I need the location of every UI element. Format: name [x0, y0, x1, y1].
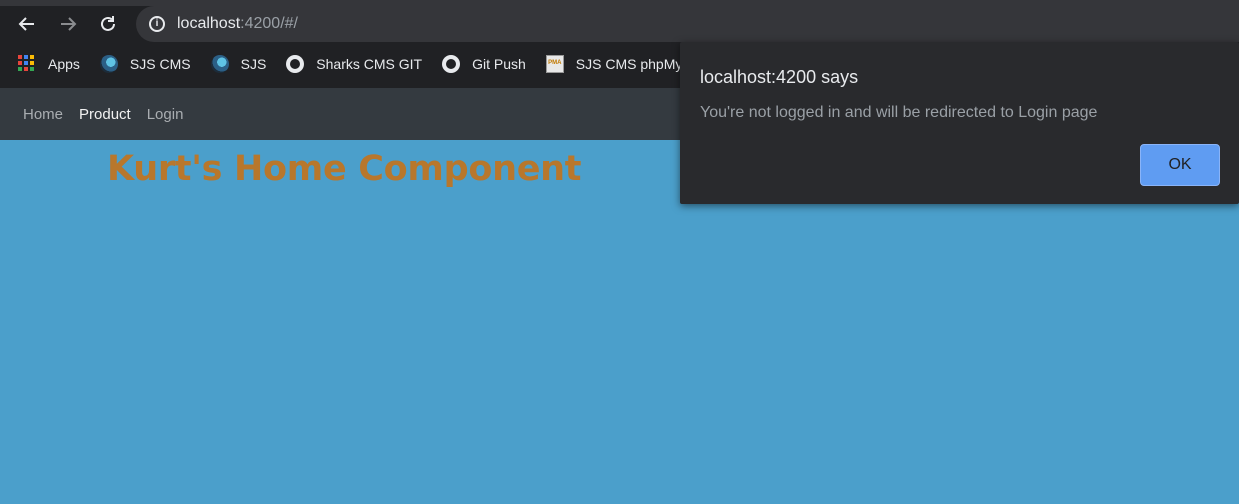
bookmark-label: SJS: [240, 56, 267, 72]
bookmark-apps[interactable]: Apps: [18, 50, 80, 78]
bookmark-label: Apps: [48, 56, 80, 72]
nav-link-login[interactable]: Login: [147, 106, 184, 123]
alert-dialog: localhost:4200 says You're not logged in…: [680, 42, 1239, 204]
reload-icon: [101, 16, 115, 31]
bookmark-label: Git Push: [472, 56, 526, 72]
page-heading: Kurt's Home Component: [107, 149, 582, 189]
bookmark-label: Sharks CMS GIT: [316, 56, 423, 72]
arrow-left-icon: [18, 17, 34, 31]
bookmark-label: SJS CMS: [129, 56, 191, 72]
url-text: localhost:4200/#/: [177, 15, 298, 32]
bookmark-sjs-cms-phpmyadmin[interactable]: PMA SJS CMS phpMy/: [545, 50, 687, 78]
address-bar[interactable]: i localhost:4200/#/: [136, 6, 1239, 42]
arrow-right-icon: [61, 17, 77, 31]
dialog-message: You're not logged in and will be redirec…: [700, 104, 1098, 121]
github-icon: [286, 55, 305, 73]
shark-icon: [210, 55, 229, 73]
info-icon[interactable]: i: [149, 16, 165, 32]
bookmark-git-push[interactable]: Git Push: [442, 50, 526, 78]
nav-link-product[interactable]: Product: [79, 106, 131, 123]
ok-button[interactable]: OK: [1140, 144, 1220, 186]
nav-link-home[interactable]: Home: [23, 106, 63, 123]
bookmark-sharks-cms-git[interactable]: Sharks CMS GIT: [286, 50, 422, 78]
reload-button[interactable]: [95, 11, 121, 37]
bookmark-sjs-cms[interactable]: SJS CMS: [99, 50, 191, 78]
phpmyadmin-icon: PMA: [545, 55, 564, 73]
shark-icon: [99, 55, 118, 73]
bookmark-label: SJS CMS phpMy/: [575, 56, 687, 72]
forward-button[interactable]: [55, 11, 81, 37]
github-icon: [442, 55, 461, 73]
bookmark-sjs[interactable]: SJS: [210, 50, 267, 78]
apps-grid-icon: [18, 55, 36, 73]
dialog-title: localhost:4200 says: [700, 67, 859, 87]
back-button[interactable]: [14, 11, 40, 37]
